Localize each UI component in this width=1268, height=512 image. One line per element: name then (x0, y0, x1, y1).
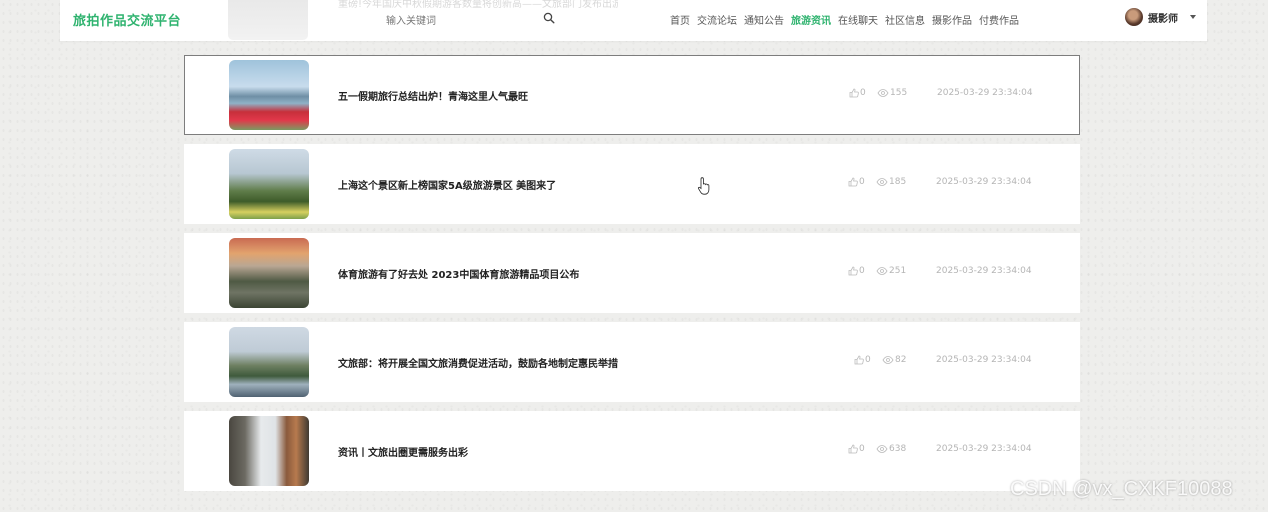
view-count: 185 (889, 177, 907, 187)
eye-icon (882, 356, 894, 364)
article-title[interactable]: 文旅部：将开展全国文旅消费促进活动，鼓励各地制定惠民举措 (338, 355, 618, 370)
view-count: 638 (889, 444, 907, 454)
username[interactable]: 摄影师 (1148, 10, 1178, 25)
article-title[interactable]: 五一假期旅行总结出炉！青海这里人气最旺 (338, 88, 528, 103)
site-logo[interactable]: 旅拍作品交流平台 (73, 10, 181, 29)
nav-photo-works[interactable]: 摄影作品 (932, 12, 972, 27)
view-count: 82 (895, 355, 907, 365)
scrolled-article-thumbnail (228, 0, 308, 40)
like-count: 0 (859, 266, 865, 276)
article-card[interactable]: 上海这个景区新上榜国家5A级旅游景区 美图来了 0 185 2025-03-29… (184, 144, 1080, 224)
article-thumbnail[interactable] (229, 60, 309, 130)
article-list: 五一假期旅行总结出炉！青海这里人气最旺 0 155 2025-03-29 23:… (184, 55, 1080, 500)
thumbs-up-icon[interactable] (848, 266, 858, 276)
caret-down-icon[interactable] (1190, 15, 1196, 19)
user-menu[interactable]: 摄影师 (1125, 8, 1196, 26)
nav-travel-news[interactable]: 旅游资讯 (791, 12, 831, 27)
nav-home[interactable]: 首页 (670, 12, 690, 27)
eye-icon (876, 445, 888, 453)
article-thumbnail[interactable] (229, 149, 309, 219)
article-title[interactable]: 资讯丨文旅出圈更需服务出彩 (338, 444, 468, 459)
like-count: 0 (859, 177, 865, 187)
publish-date: 2025-03-29 23:34:04 (936, 177, 1032, 187)
view-count: 251 (889, 266, 907, 276)
eye-icon (876, 267, 888, 275)
article-card[interactable]: 资讯丨文旅出圈更需服务出彩 0 638 2025-03-29 23:34:04 (184, 411, 1080, 491)
nav-community-info[interactable]: 社区信息 (885, 12, 925, 27)
search-box (380, 9, 556, 31)
publish-date: 2025-03-29 23:34:04 (936, 444, 1032, 454)
article-title[interactable]: 上海这个景区新上榜国家5A级旅游景区 美图来了 (338, 177, 556, 192)
publish-date: 2025-03-29 23:34:04 (936, 355, 1032, 365)
view-count: 155 (890, 88, 908, 98)
thumbs-up-icon[interactable] (848, 444, 858, 454)
eye-icon (877, 89, 889, 97)
thumbs-up-icon[interactable] (854, 355, 864, 365)
article-card[interactable]: 文旅部：将开展全国文旅消费促进活动，鼓励各地制定惠民举措 0 82 2025-0… (184, 322, 1080, 402)
main-nav: 首页 交流论坛 通知公告 旅游资讯 在线聊天 社区信息 摄影作品 付费作品 (670, 12, 1019, 27)
nav-paid-works[interactable]: 付费作品 (979, 12, 1019, 27)
like-count: 0 (859, 444, 865, 454)
watermark: CSDN @vx_CXKF10088 (1010, 478, 1233, 500)
article-thumbnail[interactable] (229, 327, 309, 397)
article-title[interactable]: 体育旅游有了好去处 2023中国体育旅游精品项目公布 (338, 266, 579, 281)
nav-announcements[interactable]: 通知公告 (744, 12, 784, 27)
thumbs-up-icon[interactable] (848, 177, 858, 187)
nav-online-chat[interactable]: 在线聊天 (838, 12, 878, 27)
article-card[interactable]: 体育旅游有了好去处 2023中国体育旅游精品项目公布 0 251 2025-03… (184, 233, 1080, 313)
eye-icon (876, 178, 888, 186)
hand-cursor-icon (697, 177, 710, 195)
search-icon[interactable] (543, 12, 555, 24)
avatar[interactable] (1125, 8, 1143, 26)
publish-date: 2025-03-29 23:34:04 (936, 266, 1032, 276)
top-header: 旅拍作品交流平台 重磅!今年国庆中秋假期游客数量将创新高——文旅部门发布出游提示… (60, 0, 1207, 41)
article-thumbnail[interactable] (229, 238, 309, 308)
search-input[interactable] (380, 12, 536, 31)
like-count: 0 (865, 355, 871, 365)
nav-forum[interactable]: 交流论坛 (697, 12, 737, 27)
like-count: 0 (860, 88, 866, 98)
article-card[interactable]: 五一假期旅行总结出炉！青海这里人气最旺 0 155 2025-03-29 23:… (184, 55, 1080, 135)
article-thumbnail[interactable] (229, 416, 309, 486)
publish-date: 2025-03-29 23:34:04 (937, 88, 1033, 98)
thumbs-up-icon[interactable] (849, 88, 859, 98)
